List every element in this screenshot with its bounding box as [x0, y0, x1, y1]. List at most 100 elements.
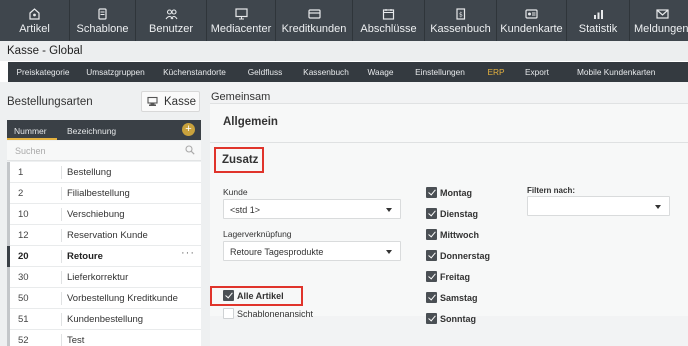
donnerstag-checkbox[interactable]: [426, 250, 437, 261]
users-icon: [165, 9, 177, 20]
panel-heading: Bestellungsarten: [7, 96, 93, 108]
freitag-checkbox[interactable]: [426, 271, 437, 282]
lager-select[interactable]: Retoure Tagesprodukte: [223, 241, 401, 261]
sub-navigation: Preiskategorie Umsatzgruppen Küchenstand…: [8, 62, 688, 82]
customer-card-icon: [525, 9, 538, 19]
nav-item-schablone[interactable]: Schablone: [70, 0, 136, 41]
credit-card-icon: [307, 9, 321, 19]
list-item[interactable]: 1 Bestellung: [7, 162, 201, 183]
cash-register-icon: [147, 96, 158, 106]
column-nummer[interactable]: Nummer: [7, 120, 57, 140]
row-marker: [7, 330, 10, 346]
subnav-kassenbuch[interactable]: Kassenbuch: [294, 62, 358, 82]
subnav-geldfluss[interactable]: Geldfluss: [236, 62, 294, 82]
row-divider: [61, 313, 62, 326]
subnav-export[interactable]: Export: [515, 62, 559, 82]
search-input[interactable]: [15, 144, 175, 158]
section-zusatz-highlighted[interactable]: Zusatz: [214, 147, 264, 173]
row-name: Vorbestellung Kreditkunde: [67, 293, 178, 304]
row-divider: [61, 334, 62, 346]
nav-item-benutzer[interactable]: Benutzer: [136, 0, 207, 41]
samstag-checkbox[interactable]: [426, 292, 437, 303]
subnav-preiskategorie[interactable]: Preiskategorie: [8, 62, 78, 82]
articles-icon: [29, 8, 40, 20]
column-nummer-label: Nummer: [14, 126, 47, 136]
row-name: Bestellung: [67, 167, 112, 178]
nav-item-artikel[interactable]: Artikel: [0, 0, 70, 41]
chevron-down-icon: [655, 205, 661, 209]
monitor-icon: [234, 8, 248, 20]
alle-artikel-checkbox[interactable]: [223, 290, 234, 301]
search-icon[interactable]: [185, 145, 195, 155]
row-divider: [61, 187, 62, 200]
kunde-select[interactable]: <std 1>: [223, 199, 401, 219]
nav-item-meldungen[interactable]: Meldungen: [630, 0, 688, 41]
row-name: Test: [67, 335, 85, 346]
search-bar: [7, 141, 201, 161]
nav-item-kundenkarte[interactable]: Kundenkarte: [497, 0, 567, 41]
nav-label: Benutzer: [148, 23, 194, 35]
nav-item-statistik[interactable]: Statistik: [567, 0, 630, 41]
order-type-list: 1 Bestellung 2 Filialbestellung 10 Verschie…: [7, 162, 201, 346]
section-heading-gemeinsam: Gemeinsam: [211, 91, 271, 103]
dienstag-checkbox[interactable]: [426, 208, 437, 219]
samstag-label: Samstag: [440, 293, 478, 303]
subnav-umsatzgruppen[interactable]: Umsatzgruppen: [78, 62, 153, 82]
more-options-icon[interactable]: ···: [181, 247, 195, 259]
montag-label: Montag: [440, 188, 472, 198]
dienstag-label: Dienstag: [440, 209, 479, 219]
nav-item-mediacenter[interactable]: Mediacenter: [207, 0, 276, 41]
list-item[interactable]: 30 Lieferkorrektur: [7, 267, 201, 288]
list-item[interactable]: 12 Reservation Kunde: [7, 225, 201, 246]
list-item[interactable]: 50 Vorbestellung Kreditkunde: [7, 288, 201, 309]
subnav-waage[interactable]: Waage: [358, 62, 403, 82]
subnav-einstellungen[interactable]: Einstellungen: [403, 62, 477, 82]
row-number: 10: [18, 209, 29, 220]
kasse-button-label: Kasse: [164, 95, 196, 108]
list-item[interactable]: 52 Test: [7, 330, 201, 346]
mail-icon: [656, 9, 669, 19]
row-name: Retoure: [67, 251, 103, 262]
montag-checkbox[interactable]: [426, 187, 437, 198]
row-marker: [7, 225, 10, 246]
row-name: Kundenbestellung: [67, 314, 144, 325]
donnerstag-label: Donnerstag: [440, 251, 491, 261]
row-divider: [61, 292, 62, 305]
list-item-selected[interactable]: 20 Retoure ···: [7, 246, 201, 267]
template-icon: [98, 8, 107, 20]
main-navigation: Artikel Schablone Benutzer Mediacenter K…: [0, 0, 688, 41]
row-number: 20: [18, 251, 29, 262]
kunde-label: Kunde: [223, 187, 248, 197]
nav-item-kreditkunden[interactable]: Kreditkunden: [276, 0, 353, 41]
list-item[interactable]: 10 Verschiebung: [7, 204, 201, 225]
section-allgemein[interactable]: Allgemein: [223, 116, 278, 128]
row-marker: [7, 267, 10, 288]
subnav-mobile-kundenkarten[interactable]: Mobile Kundenkarten: [559, 62, 663, 82]
freitag-label: Freitag: [440, 272, 471, 282]
svg-text:$: $: [459, 12, 463, 19]
row-number: 52: [18, 335, 29, 346]
row-number: 12: [18, 230, 29, 241]
row-name: Lieferkorrektur: [67, 272, 129, 283]
column-bezeichnung[interactable]: Bezeichnung: [67, 126, 116, 136]
row-divider: [61, 166, 62, 179]
nav-label: Mediacenter: [210, 23, 272, 35]
row-marker: [7, 183, 10, 204]
subnav-kuechenstandorte[interactable]: Küchenstandorte: [153, 62, 236, 82]
add-icon[interactable]: +: [182, 123, 195, 136]
row-number: 51: [18, 314, 29, 325]
list-item[interactable]: 2 Filialbestellung: [7, 183, 201, 204]
mittwoch-checkbox[interactable]: [426, 229, 437, 240]
kasse-button[interactable]: Kasse: [141, 91, 200, 112]
row-divider: [61, 250, 62, 263]
nav-label: Kundenkarte: [500, 23, 563, 35]
nav-item-kassenbuch[interactable]: $ Kassenbuch: [425, 0, 497, 41]
row-name: Verschiebung: [67, 209, 125, 220]
nav-item-abschluesse[interactable]: Abschlüsse: [353, 0, 425, 41]
filter-select[interactable]: [527, 196, 670, 216]
nav-label: Schablone: [76, 23, 129, 35]
schablonenansicht-checkbox[interactable]: [223, 308, 234, 319]
subnav-erp[interactable]: ERP: [477, 62, 515, 82]
list-item[interactable]: 51 Kundenbestellung: [7, 309, 201, 330]
sonntag-checkbox[interactable]: [426, 313, 437, 324]
